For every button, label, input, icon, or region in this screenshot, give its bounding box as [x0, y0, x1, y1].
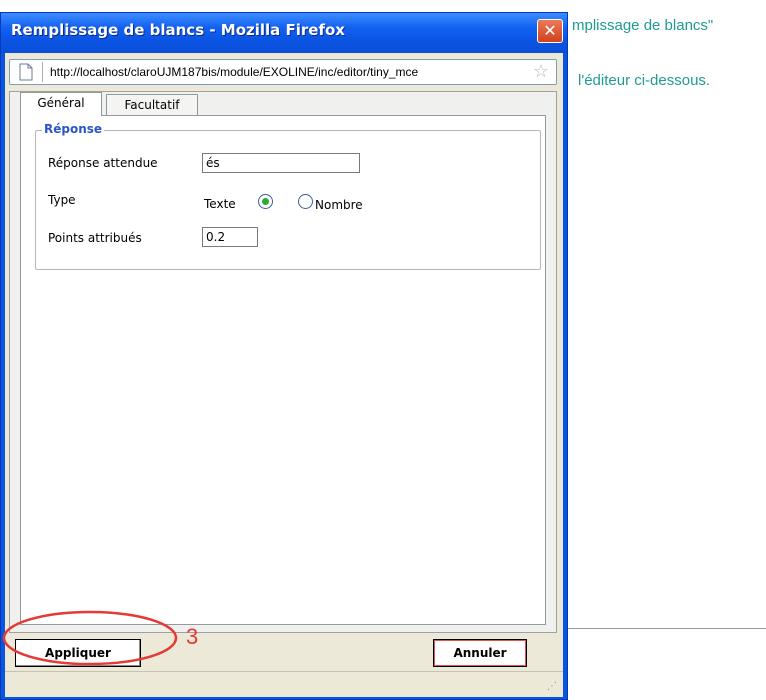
background-divider [560, 628, 766, 629]
close-icon[interactable]: ✕ [537, 19, 563, 43]
page-icon [19, 63, 33, 81]
window-title: Remplissage de blancs - Mozilla Firefox [11, 21, 345, 39]
points-input[interactable]: 0.2 [202, 227, 258, 247]
reponse-legend: Réponse [42, 122, 105, 136]
annotation-ellipse [2, 610, 178, 666]
background-page-text-2: l'éditeur ci-dessous. [578, 72, 711, 89]
type-nombre-radio[interactable] [298, 194, 313, 209]
resize-grip-icon[interactable]: ⋰ [547, 681, 561, 695]
cancel-button[interactable]: Annuler [433, 639, 527, 667]
type-option-nombre-label: Nombre [315, 198, 363, 212]
reponse-fieldset: Réponse Réponse attendue és Type Texte N… [35, 122, 541, 270]
popup-window: Remplissage de blancs - Mozilla Firefox … [0, 12, 568, 700]
tab-panel-general: Réponse Réponse attendue és Type Texte N… [20, 115, 546, 625]
window-client-area: http://localhost/claroUJM187bis/module/E… [5, 53, 563, 697]
bookmark-star-icon[interactable]: ☆ [530, 62, 552, 82]
type-texte-radio[interactable] [258, 194, 273, 209]
points-label: Points attribués [48, 231, 142, 245]
annotation-step-number: 3 [186, 624, 199, 649]
status-bar: ⋰ [5, 671, 563, 697]
type-option-texte-label: Texte [204, 197, 236, 211]
tab-general[interactable]: Général [20, 92, 102, 116]
url-text[interactable]: http://localhost/claroUJM187bis/module/E… [50, 65, 526, 79]
tab-facultatif[interactable]: Facultatif [106, 94, 198, 116]
expected-answer-label: Réponse attendue [48, 156, 158, 170]
dialog-content: Général Facultatif Réponse Réponse atten… [9, 91, 557, 633]
title-bar[interactable]: Remplissage de blancs - Mozilla Firefox … [1, 13, 567, 53]
expected-answer-input[interactable]: és [202, 153, 360, 173]
address-separator [42, 62, 43, 82]
background-page-text-1: mplissage de blancs" [572, 17, 714, 34]
address-bar[interactable]: http://localhost/claroUJM187bis/module/E… [9, 59, 557, 85]
type-label: Type [48, 193, 76, 207]
